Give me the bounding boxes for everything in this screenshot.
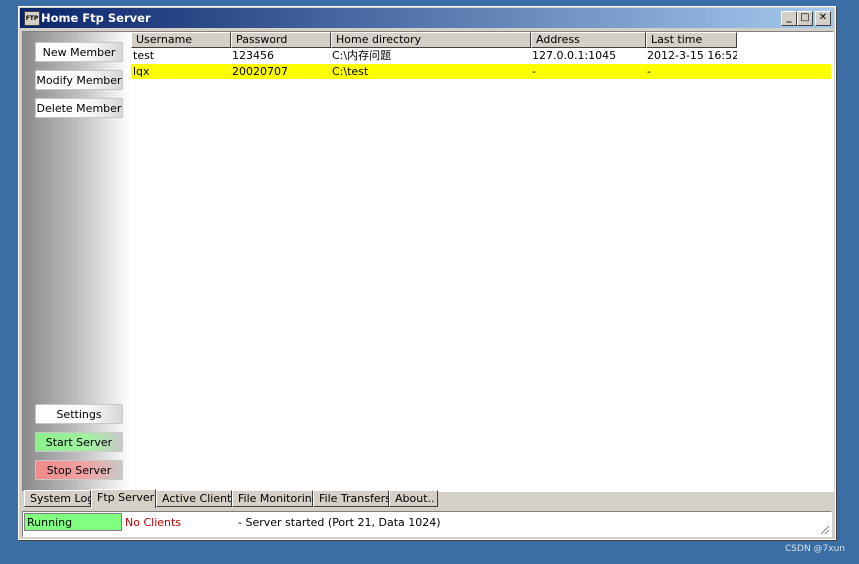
cell-home-directory: C:\test <box>332 65 369 78</box>
tab-about[interactable]: About.. <box>389 490 438 507</box>
tab-strip: System Log Ftp Server Active Clients Fil… <box>22 489 832 508</box>
new-member-button[interactable]: New Member <box>35 42 123 62</box>
minimize-button[interactable]: _ <box>781 11 797 26</box>
tab-file-transfers[interactable]: File Transfers <box>313 490 391 507</box>
cell-address: - <box>532 65 536 78</box>
column-header-password[interactable]: Password <box>231 32 331 48</box>
sidebar: New Member Modify Member Delete Member S… <box>23 32 131 491</box>
tab-system-log[interactable]: System Log <box>24 490 94 507</box>
cell-password: 20020707 <box>232 65 288 78</box>
start-server-button[interactable]: Start Server <box>35 432 123 452</box>
main-window: FTP Home Ftp Server _ □ ✕ New Member Mod… <box>18 6 836 540</box>
cell-last-time: 2012-3-15 16:52:4 <box>647 49 737 62</box>
tab-file-monitoring[interactable]: File Monitoring <box>232 490 319 507</box>
column-header-username[interactable]: Username <box>131 32 231 48</box>
cell-address: 127.0.0.1:1045 <box>532 49 617 62</box>
modify-member-button[interactable]: Modify Member <box>35 70 123 90</box>
tab-ftp-server[interactable]: Ftp Server <box>91 489 156 508</box>
resize-grip-icon[interactable] <box>818 523 830 535</box>
cell-last-time: - <box>647 65 651 78</box>
tab-active-clients[interactable]: Active Clients <box>156 490 237 507</box>
column-header-last-time[interactable]: Last time <box>646 32 737 48</box>
stop-server-button[interactable]: Stop Server <box>35 460 123 480</box>
status-bar: Running No Clients - Server started (Por… <box>22 511 832 537</box>
maximize-button[interactable]: □ <box>797 11 813 26</box>
ftp-app-icon: FTP <box>24 11 40 26</box>
column-header-home-directory[interactable]: Home directory <box>331 32 531 48</box>
table-row-selected[interactable]: lqx 20020707 C:\test - - <box>131 64 831 79</box>
title-bar[interactable]: FTP Home Ftp Server _ □ ✕ <box>20 8 834 28</box>
delete-member-button[interactable]: Delete Member <box>35 98 123 118</box>
cell-password: 123456 <box>232 49 274 62</box>
column-header-address[interactable]: Address <box>531 32 646 48</box>
client-area: New Member Modify Member Delete Member S… <box>22 31 834 492</box>
members-table: Username Password Home directory Address… <box>131 32 833 491</box>
close-button[interactable]: ✕ <box>815 11 831 26</box>
window-title: Home Ftp Server <box>41 11 151 25</box>
table-row[interactable]: test 123456 C:\内存问题 127.0.0.1:1045 2012-… <box>131 48 831 63</box>
cell-username: lqx <box>133 65 150 78</box>
settings-button[interactable]: Settings <box>35 404 123 424</box>
watermark: CSDN @7xun <box>785 544 845 554</box>
status-message: - Server started (Port 21, Data 1024) <box>238 516 441 529</box>
cell-username: test <box>133 49 155 62</box>
cell-home-directory: C:\内存问题 <box>332 49 392 62</box>
clients-status: No Clients <box>125 516 182 529</box>
server-status-indicator: Running <box>24 513 122 531</box>
